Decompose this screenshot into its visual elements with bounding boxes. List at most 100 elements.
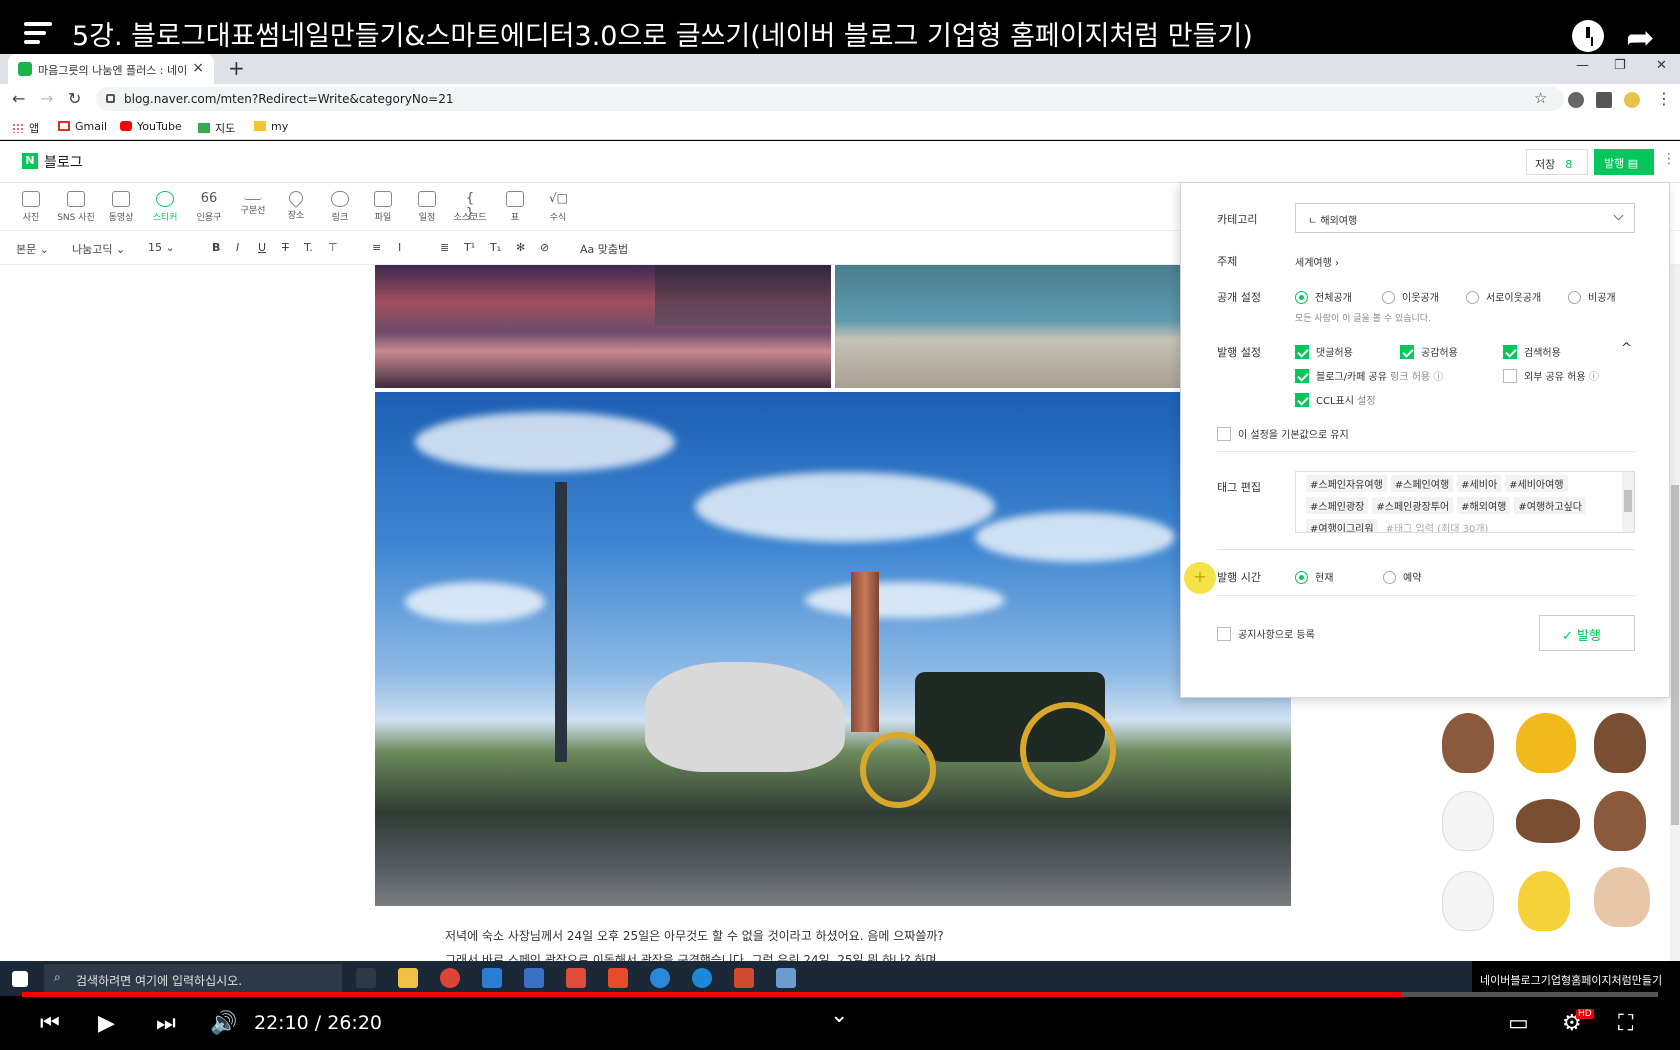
toolbar-video[interactable]: 동영상: [101, 191, 141, 223]
mail-icon[interactable]: [482, 968, 502, 988]
tag-chip[interactable]: #스페인자유여행: [1306, 475, 1387, 492]
superscript-icon[interactable]: T¹: [464, 241, 475, 254]
puzzle-icon[interactable]: [1596, 92, 1612, 108]
bookmark-maps[interactable]: 지도: [198, 120, 235, 136]
sticker-item[interactable]: [1442, 791, 1494, 851]
publish-now-radio[interactable]: 현재: [1295, 569, 1333, 584]
riverside-photo[interactable]: [835, 265, 1181, 388]
volume-icon[interactable]: 🔊: [210, 1011, 237, 1036]
line-height-icon[interactable]: Ι: [398, 241, 401, 254]
new-tab-icon[interactable]: +: [228, 56, 245, 80]
collapse-chevron-icon[interactable]: ^: [1621, 341, 1632, 356]
font-color-icon[interactable]: T.: [304, 241, 313, 254]
more-icon[interactable]: ⋮: [1662, 151, 1676, 167]
body-paragraph-line[interactable]: 그래서 바로 스페인 광장으로 이동해서 광장을 구경했습니다. 그럼 우린 2…: [445, 951, 937, 961]
publish-button[interactable]: 발행 ▤: [1594, 149, 1654, 175]
browser-menu-icon[interactable]: ⋮: [1656, 89, 1672, 108]
tag-chip[interactable]: #스페인광장투어: [1372, 497, 1454, 514]
toolbar-link[interactable]: 링크: [320, 191, 360, 223]
toolbar-table[interactable]: 표: [495, 191, 535, 223]
profile-avatar[interactable]: [1624, 92, 1640, 108]
tag-chip[interactable]: #여행이그리워: [1306, 519, 1378, 532]
toolbar-source-code[interactable]: { } 소스코드: [450, 191, 490, 223]
blog-cafe-share-checkbox[interactable]: 블로그/카페 공유 링크 허용 ⓘ: [1295, 368, 1443, 383]
task-view-icon[interactable]: [356, 968, 376, 988]
extension-icon[interactable]: [1568, 92, 1584, 108]
toolbar-sticker[interactable]: 스티커: [145, 191, 185, 223]
tag-chip[interactable]: #여행하고싶다: [1514, 497, 1586, 514]
allow-likes-checkbox[interactable]: 공감허용: [1400, 344, 1458, 359]
tag-chip[interactable]: #세비아: [1457, 475, 1502, 492]
special-char-icon[interactable]: ✻: [516, 241, 525, 254]
bookmark-apps[interactable]: 앱: [12, 120, 39, 136]
tag-input-area[interactable]: #스페인자유여행 #스페인여행 #세비아 #세비아여행 #스페인광장 #스페인광장투어 #해…: [1295, 471, 1635, 533]
tag-chip[interactable]: #스페인여행: [1390, 475, 1454, 492]
office-icon[interactable]: [608, 968, 628, 988]
sticker-item[interactable]: [1516, 799, 1580, 843]
toolbar-divider[interactable]: 구분선: [233, 191, 273, 216]
font-select[interactable]: 나눔고딕 ⌄: [72, 241, 125, 257]
bookmark-star-icon[interactable]: ☆: [1534, 89, 1547, 107]
naver-logo[interactable]: N: [22, 153, 38, 169]
align-icon[interactable]: ≡: [372, 241, 381, 254]
sticker-item[interactable]: [1442, 871, 1494, 931]
category-select[interactable]: ㄴ 해외여행: [1295, 203, 1635, 233]
topic-select[interactable]: 세계여행 ›: [1295, 254, 1339, 269]
bookmark-gmail[interactable]: Gmail: [58, 120, 107, 133]
visibility-private-radio[interactable]: 비공개: [1568, 289, 1616, 304]
ccl-checkbox[interactable]: CCL표시 설정: [1295, 392, 1376, 407]
tag-input-placeholder[interactable]: #태그 입력 (최대 30개): [1382, 519, 1493, 532]
minimize-icon[interactable]: —: [1576, 58, 1589, 73]
sticker-item[interactable]: [1516, 713, 1576, 773]
toolbar-photo[interactable]: 사진: [11, 191, 51, 223]
final-publish-button[interactable]: ✓ 발행: [1539, 615, 1635, 651]
settings-icon[interactable]: ⚙ HD: [1562, 1009, 1594, 1036]
save-button[interactable]: 저장 8: [1526, 149, 1588, 175]
list-icon[interactable]: ≣: [440, 241, 449, 254]
visibility-mutual-radio[interactable]: 서로이웃공개: [1466, 289, 1541, 304]
window-close-icon[interactable]: ✕: [1656, 58, 1667, 73]
next-icon[interactable]: ⏭: [156, 1011, 176, 1036]
spellcheck-button[interactable]: Aa 맞춤법: [580, 241, 628, 257]
allow-comments-checkbox[interactable]: 댓글허용: [1295, 344, 1353, 359]
notice-checkbox[interactable]: 공지사항으로 등록: [1217, 626, 1315, 641]
keep-default-checkbox[interactable]: 이 설정을 기본값으로 유지: [1217, 426, 1349, 441]
body-paragraph-line[interactable]: 저녁에 숙소 사장님께서 24일 오후 25일은 아무것도 할 수 없을 것이라…: [445, 927, 944, 944]
app-icon[interactable]: [566, 968, 586, 988]
sticker-item[interactable]: [1594, 713, 1646, 773]
italic-icon[interactable]: I: [236, 241, 239, 254]
browser-tab[interactable]: 마음그릇의 나눔엔 플러스 : 네이 ×: [8, 54, 214, 84]
bold-icon[interactable]: B: [212, 241, 220, 254]
tag-chip[interactable]: #세비아여행: [1505, 475, 1568, 492]
publish-reserve-radio[interactable]: 예약: [1383, 569, 1421, 584]
toolbar-file[interactable]: 파일: [363, 191, 403, 223]
external-share-checkbox[interactable]: 외부 공유 허용 ⓘ: [1503, 368, 1599, 383]
sunset-river-photo[interactable]: [375, 265, 831, 388]
windows-start-icon[interactable]: [12, 971, 28, 987]
watch-later-icon[interactable]: [1572, 20, 1604, 52]
underline-icon[interactable]: U: [258, 241, 266, 254]
toolbar-sns-photo[interactable]: SNS 사진: [56, 191, 96, 223]
bookmark-folder-my[interactable]: my: [254, 120, 288, 133]
subscript-icon[interactable]: T₁: [490, 241, 501, 254]
editor-scrollbar[interactable]: [1670, 265, 1680, 961]
toolbar-formula[interactable]: √□ 수식: [538, 191, 578, 223]
app-icon[interactable]: [776, 968, 796, 988]
visibility-neighbor-radio[interactable]: 이웃공개: [1382, 289, 1439, 304]
file-explorer-icon[interactable]: [398, 968, 418, 988]
forward-icon[interactable]: →: [40, 89, 53, 108]
toolbar-schedule[interactable]: 일정: [407, 191, 447, 223]
tag-chip[interactable]: #해외여행: [1457, 497, 1511, 514]
edge-icon[interactable]: [692, 968, 712, 988]
url-field[interactable]: blog.naver.com/mten?Redirect=Write&categ…: [96, 87, 1564, 111]
strikethrough-icon[interactable]: T: [282, 241, 289, 254]
paragraph-style-select[interactable]: 본문 ⌄: [16, 241, 49, 257]
previous-icon[interactable]: ⏮: [40, 1011, 60, 1036]
chrome-icon[interactable]: [440, 968, 460, 988]
subtitles-icon[interactable]: ▭: [1508, 1011, 1529, 1036]
play-icon[interactable]: ▶: [98, 1011, 115, 1036]
chevron-down-icon[interactable]: ⌄: [830, 1003, 848, 1028]
allow-search-checkbox[interactable]: 검색허용: [1503, 344, 1561, 359]
tag-scrollbar[interactable]: [1622, 472, 1634, 532]
restore-icon[interactable]: ❐: [1614, 58, 1626, 73]
